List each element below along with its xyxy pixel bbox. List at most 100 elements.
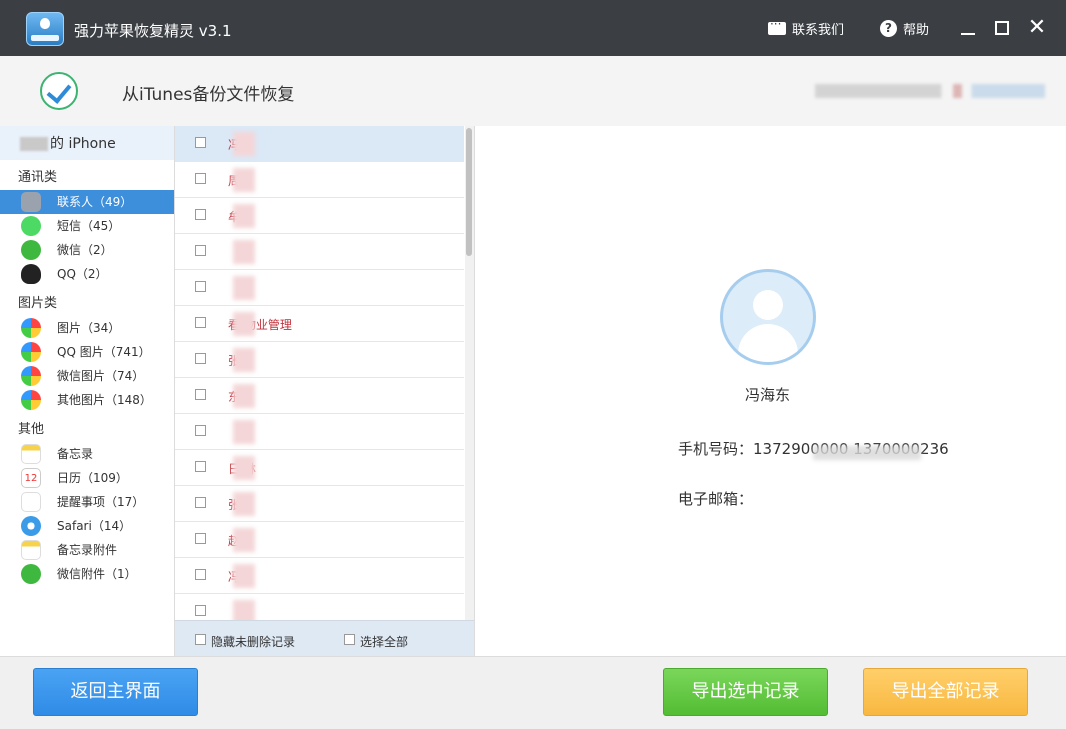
sidebar-item-label: QQ 图片（741）	[57, 345, 151, 359]
maximize-button[interactable]	[992, 18, 1012, 38]
qq-icon	[21, 264, 41, 284]
row-checkbox[interactable]	[195, 533, 206, 544]
chat-icon	[767, 17, 786, 35]
sidebar-item-label: QQ（2）	[57, 267, 108, 281]
contact-list: 冯 周 牟 看 物业管理 张 东 日 林 张 赵 冯 隐藏未删除记录 选择全部	[175, 126, 475, 657]
row-checkbox[interactable]	[195, 317, 206, 328]
sidebar-item-label: 微信附件（1）	[57, 567, 137, 581]
page-title: 从iTunes备份文件恢复	[122, 85, 295, 105]
help-button[interactable]: ? 帮助	[879, 0, 929, 56]
sidebar-item-other-photos[interactable]: 其他图片（148）	[0, 388, 174, 412]
list-item[interactable]: 日 林	[175, 450, 464, 486]
help-icon: ?	[879, 19, 897, 37]
sidebar-item-label: 图片（34）	[57, 321, 121, 335]
sidebar-item-notes[interactable]: 备忘录	[0, 442, 174, 466]
notes-attachment-icon	[21, 540, 41, 560]
row-checkbox[interactable]	[195, 209, 206, 220]
row-checkbox[interactable]	[195, 245, 206, 256]
avatar	[720, 269, 816, 365]
sidebar-item-label: 联系人（49）	[57, 195, 133, 209]
sidebar-item-qq-photos[interactable]: QQ 图片（741）	[0, 340, 174, 364]
row-checkbox[interactable]	[195, 173, 206, 184]
row-checkbox[interactable]	[195, 425, 206, 436]
list-item[interactable]: 东	[175, 378, 464, 414]
redaction-mask	[233, 600, 255, 620]
row-checkbox[interactable]	[195, 281, 206, 292]
hide-undeleted-toggle[interactable]: 隐藏未删除记录	[195, 633, 295, 650]
list-item[interactable]	[175, 234, 464, 270]
section-other: 其他	[18, 422, 45, 437]
row-checkbox[interactable]	[195, 389, 206, 400]
close-button[interactable]: ✕	[1027, 17, 1047, 39]
sidebar-item-notes-attachments[interactable]: 备忘录附件	[0, 538, 174, 562]
section-communication: 通讯类	[18, 170, 58, 185]
export-selected-button[interactable]: 导出选中记录	[663, 668, 828, 716]
list-item[interactable]: 看 物业管理	[175, 306, 464, 342]
select-all-label: 选择全部	[360, 635, 409, 649]
list-item[interactable]	[175, 414, 464, 450]
minimize-button[interactable]	[958, 18, 978, 38]
sidebar-item-label: 提醒事项（17）	[57, 495, 145, 509]
sidebar-item-wechat-attachments[interactable]: 微信附件（1）	[0, 562, 174, 586]
list-item[interactable]	[175, 594, 464, 620]
back-to-main-button[interactable]: 返回主界面	[33, 668, 198, 716]
list-item[interactable]: 冯	[175, 558, 464, 594]
select-all-toggle[interactable]: 选择全部	[344, 633, 408, 650]
contact-us-button[interactable]: 联系我们	[767, 0, 844, 56]
redaction-mask	[233, 204, 255, 228]
redaction-mask	[233, 348, 255, 372]
wechat-icon	[21, 240, 41, 260]
row-checkbox[interactable]	[195, 569, 206, 580]
sidebar-item-qq[interactable]: QQ（2）	[0, 262, 174, 286]
sidebar-item-label: 日历（109）	[57, 471, 128, 485]
sidebar-item-wechat-photos[interactable]: 微信图片（74）	[0, 364, 174, 388]
sidebar-item-label: 备忘录	[57, 447, 94, 461]
notes-icon	[21, 444, 41, 464]
redacted-account-info	[815, 84, 1045, 98]
photos-icon	[21, 318, 41, 338]
redaction-mask	[233, 420, 255, 444]
reminders-icon	[21, 492, 41, 512]
hide-undeleted-checkbox[interactable]	[195, 634, 206, 645]
redaction-mask	[233, 384, 255, 408]
row-checkbox[interactable]	[195, 605, 206, 616]
redaction-mask	[233, 528, 255, 552]
list-scrollbar[interactable]	[465, 126, 474, 620]
category-sidebar: 的 iPhone 通讯类 联系人（49） 短信（45） 微信（2） QQ（2） …	[0, 126, 175, 656]
wechat-photos-icon	[21, 366, 41, 386]
row-checkbox[interactable]	[195, 497, 206, 508]
select-all-checkbox[interactable]	[344, 634, 355, 645]
sidebar-item-label: Safari（14）	[57, 519, 132, 533]
wechat-attachment-icon	[21, 564, 41, 584]
list-item[interactable]: 冯	[175, 126, 464, 162]
sidebar-item-wechat[interactable]: 微信（2）	[0, 238, 174, 262]
list-item[interactable]: 张	[175, 342, 464, 378]
sidebar-item-calendar[interactable]: 12 日历（109）	[0, 466, 174, 490]
list-item[interactable]: 张	[175, 486, 464, 522]
hide-undeleted-label: 隐藏未删除记录	[211, 635, 296, 649]
row-checkbox[interactable]	[195, 353, 206, 364]
redaction-mask	[233, 240, 255, 264]
redaction-mask	[233, 132, 255, 156]
list-item[interactable]: 周	[175, 162, 464, 198]
row-checkbox[interactable]	[195, 461, 206, 472]
contacts-icon	[21, 192, 41, 212]
calendar-icon: 12	[21, 468, 41, 488]
sidebar-item-safari[interactable]: Safari（14）	[0, 514, 174, 538]
row-checkbox[interactable]	[195, 137, 206, 148]
sidebar-item-reminders[interactable]: 提醒事项（17）	[0, 490, 174, 514]
list-item[interactable]: 赵	[175, 522, 464, 558]
sidebar-item-label: 微信（2）	[57, 243, 113, 257]
sidebar-item-contacts[interactable]: 联系人（49）	[0, 190, 174, 214]
list-item[interactable]	[175, 270, 464, 306]
avatar-body-shape	[738, 324, 798, 362]
scrollbar-thumb[interactable]	[466, 128, 472, 256]
contact-detail-pane: 冯海东 手机号码：1372900000 1370000236 电子邮箱：	[475, 126, 1066, 656]
sidebar-item-photos[interactable]: 图片（34）	[0, 316, 174, 340]
list-item[interactable]: 牟	[175, 198, 464, 234]
section-pictures: 图片类	[18, 296, 58, 311]
export-all-button[interactable]: 导出全部记录	[863, 668, 1028, 716]
redaction-mask	[233, 276, 255, 300]
sidebar-item-sms[interactable]: 短信（45）	[0, 214, 174, 238]
email-field: 电子邮箱：	[678, 488, 753, 509]
